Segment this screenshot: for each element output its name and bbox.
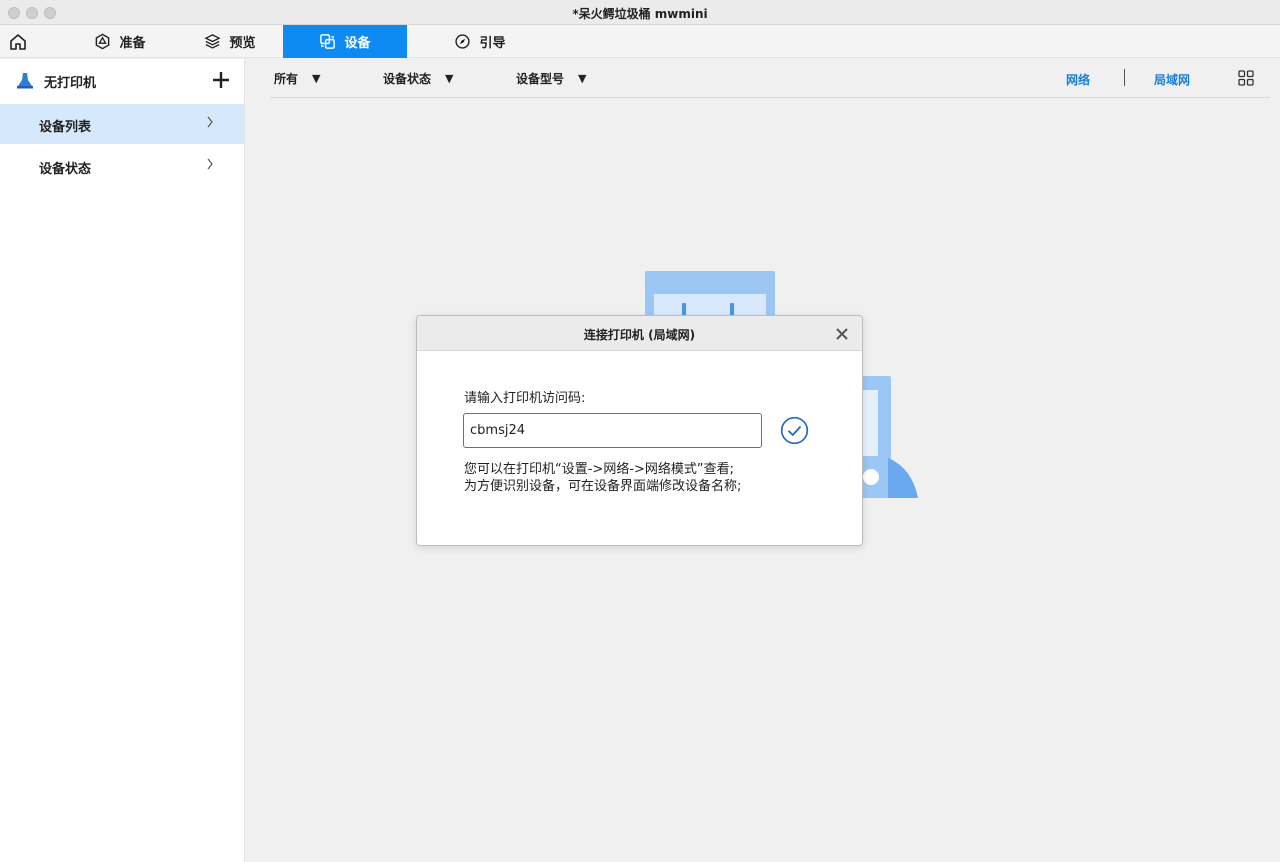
caret-down-icon: ▼: [312, 72, 321, 85]
caret-down-icon: ▼: [445, 72, 454, 85]
printer-icon: [16, 71, 34, 89]
lan-link[interactable]: 局域网: [1154, 71, 1190, 88]
sidebar-item-device-status[interactable]: 设备状态: [0, 146, 244, 186]
filter-all-label: 所有: [274, 72, 299, 86]
title-bar: *呆火鳄垃圾桶 mwmini: [0, 0, 1280, 25]
chevron-right-icon: [207, 116, 213, 128]
add-printer-button[interactable]: [209, 68, 233, 92]
hint-line-2: 为方便识别设备，可在设备界面端修改设备名称;: [464, 479, 742, 494]
network-link[interactable]: 网络: [1066, 71, 1090, 88]
access-code-input[interactable]: [463, 413, 762, 448]
printer-selector: 无打印机: [0, 59, 245, 103]
top-nav: 准备 预览 设备 引导: [0, 25, 1280, 58]
confirm-button[interactable]: [780, 416, 809, 445]
layers-icon: [204, 34, 222, 49]
filter-status-dropdown[interactable]: 设备状态 ▼: [383, 70, 453, 87]
tab-prepare[interactable]: 准备: [60, 25, 180, 58]
grid-icon: [1238, 70, 1254, 86]
window-title: *呆火鳄垃圾桶 mwmini: [572, 7, 708, 21]
hexagon-icon: [96, 33, 110, 50]
check-circle-icon: [780, 416, 809, 445]
device-icon: [320, 34, 336, 49]
tab-device[interactable]: 设备: [283, 25, 407, 58]
tab-device-label: 设备: [344, 36, 371, 51]
chevron-right-icon: [207, 158, 213, 170]
caret-down-icon: ▼: [578, 72, 587, 85]
filter-all-dropdown[interactable]: 所有 ▼: [274, 70, 320, 87]
sidebar-item-label: 设备列表: [39, 120, 92, 135]
divider: [1124, 69, 1125, 86]
filter-model-dropdown[interactable]: 设备型号 ▼: [516, 70, 586, 87]
tab-preview[interactable]: 预览: [180, 25, 280, 58]
home-icon[interactable]: [8, 32, 28, 52]
filter-bar: 所有 ▼ 设备状态 ▼ 设备型号 ▼ 网络 局域网: [270, 62, 1270, 98]
printer-label: 无打印机: [44, 76, 97, 91]
connect-printer-dialog: 连接打印机 (局域网) 请输入打印机访问码: 您可以在打印机“设置->网络->网…: [416, 315, 863, 546]
tab-guide[interactable]: 引导: [430, 25, 530, 58]
grid-view-button[interactable]: [1237, 69, 1255, 87]
access-code-prompt: 请输入打印机访问码:: [464, 391, 586, 406]
tab-guide-label: 引导: [479, 36, 506, 51]
dialog-header: 连接打印机 (局域网): [417, 316, 862, 351]
tab-prepare-label: 准备: [119, 36, 146, 51]
sidebar-item-device-list[interactable]: 设备列表: [0, 104, 244, 144]
compass-icon: [455, 34, 471, 49]
close-icon[interactable]: [835, 326, 849, 340]
filter-model-label: 设备型号: [516, 72, 565, 86]
tab-preview-label: 预览: [229, 36, 256, 51]
dialog-title: 连接打印机 (局域网): [583, 328, 696, 342]
plus-icon: [213, 72, 229, 88]
sidebar: 无打印机 设备列表 设备状态: [0, 59, 245, 862]
sidebar-item-label: 设备状态: [39, 162, 92, 177]
filter-status-label: 设备状态: [383, 72, 432, 86]
